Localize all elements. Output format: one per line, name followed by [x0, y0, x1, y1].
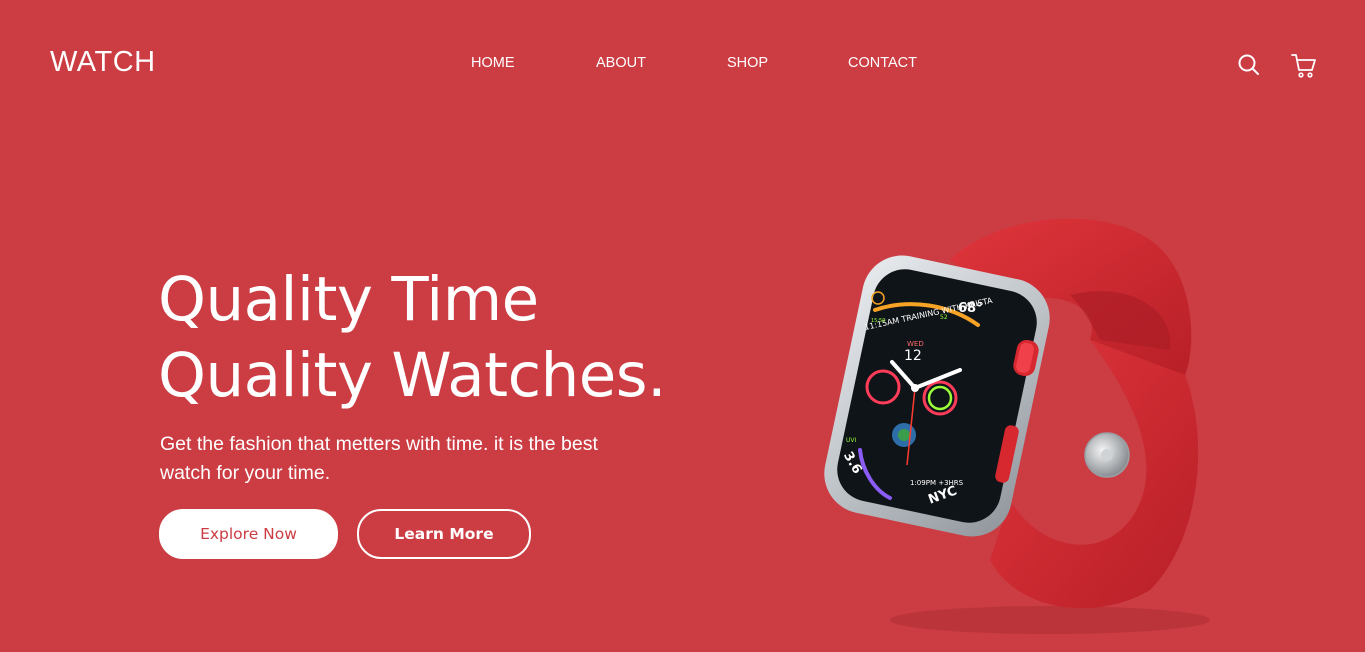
learn-more-button[interactable]: Learn More — [357, 509, 531, 559]
hero-title-line-2: Quality Watches. — [158, 340, 666, 411]
watch-stat-b: 15:59 — [871, 318, 885, 324]
watch-uv-label: UVI — [846, 437, 856, 444]
hero-subtitle: Get the fashion that metters with time. … — [160, 433, 598, 484]
watch-time-small: 1:09PM +3HRS — [910, 479, 964, 487]
watch-date: 12 — [904, 348, 922, 364]
logo[interactable]: WATCH — [50, 46, 156, 79]
nav-shop[interactable]: SHOP — [727, 55, 768, 71]
search-icon[interactable] — [1236, 52, 1262, 78]
nav-home[interactable]: HOME — [471, 55, 515, 71]
cart-icon[interactable] — [1290, 52, 1316, 78]
explore-now-button[interactable]: Explore Now — [159, 509, 338, 559]
nav-about[interactable]: ABOUT — [596, 55, 646, 71]
nav-contact[interactable]: CONTACT — [848, 55, 917, 71]
hero-title-line-1: Quality Time — [158, 264, 539, 335]
watch-day: WED — [907, 340, 924, 348]
watch-temp: 68° — [958, 301, 983, 316]
hero-title: Quality Time Quality Watches. — [158, 262, 666, 414]
watch-stat-a: 52 — [940, 314, 948, 321]
watch-image: WED 12 11:15AM TRAINING WITH KRISTA 68° … — [824, 218, 1210, 634]
